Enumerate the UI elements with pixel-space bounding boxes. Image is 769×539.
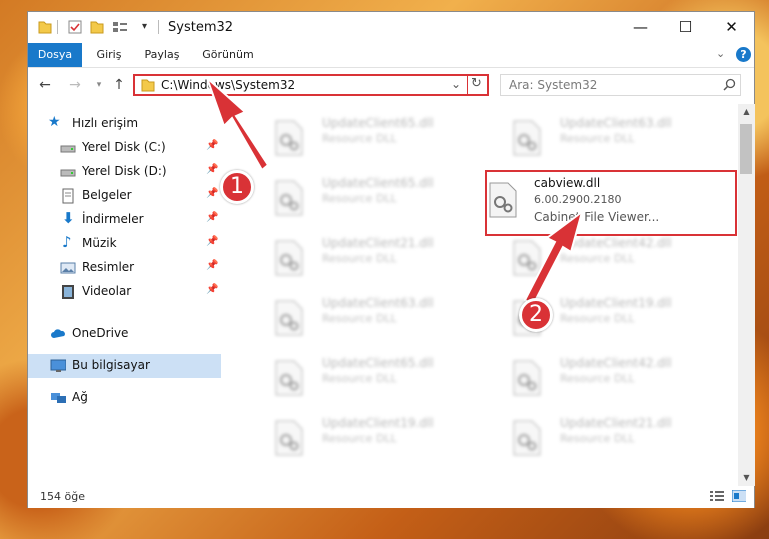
- callout-badge-2: 2: [519, 298, 553, 332]
- arrow-2: [523, 209, 584, 307]
- annotation-arrows: [206, 77, 584, 307]
- callout-badge-1: 1: [220, 170, 254, 204]
- arrow-1: [206, 77, 270, 172]
